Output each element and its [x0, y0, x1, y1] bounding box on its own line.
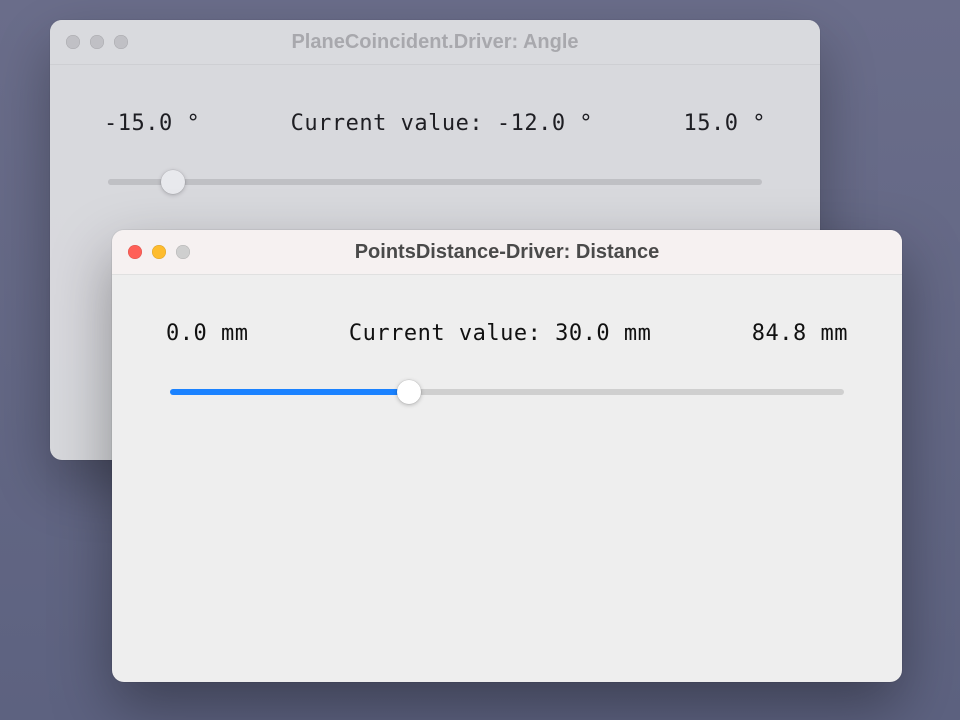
distance-slider[interactable] [170, 380, 844, 404]
slider-labels: 0.0 mm Current value: 30.0 mm 84.8 mm [166, 321, 848, 346]
slider-labels: -15.0 ° Current value: -12.0 ° 15.0 ° [104, 111, 766, 136]
current-value-label: Current value: -12.0 ° [200, 111, 683, 136]
window-title: PlaneCoincident.Driver: Angle [50, 31, 820, 54]
slider-fill [170, 389, 409, 395]
slider-thumb[interactable] [161, 170, 185, 194]
max-value-label: 84.8 mm [752, 321, 848, 346]
max-value-label: 15.0 ° [684, 111, 766, 136]
content: 0.0 mm Current value: 30.0 mm 84.8 mm [112, 275, 902, 404]
slider-track [108, 179, 762, 185]
zoom-icon[interactable] [176, 245, 190, 259]
content: -15.0 ° Current value: -12.0 ° 15.0 ° [50, 65, 820, 194]
min-value-label: 0.0 mm [166, 321, 248, 346]
window-controls [66, 35, 128, 49]
close-icon[interactable] [128, 245, 142, 259]
distance-driver-window: PointsDistance-Driver: Distance 0.0 mm C… [112, 230, 902, 682]
angle-slider[interactable] [108, 170, 762, 194]
titlebar[interactable]: PlaneCoincident.Driver: Angle [50, 20, 820, 65]
close-icon[interactable] [66, 35, 80, 49]
min-value-label: -15.0 ° [104, 111, 200, 136]
slider-thumb[interactable] [397, 380, 421, 404]
minimize-icon[interactable] [152, 245, 166, 259]
titlebar[interactable]: PointsDistance-Driver: Distance [112, 230, 902, 275]
window-controls [128, 245, 190, 259]
window-title: PointsDistance-Driver: Distance [112, 241, 902, 264]
current-value-label: Current value: 30.0 mm [248, 321, 751, 346]
zoom-icon[interactable] [114, 35, 128, 49]
minimize-icon[interactable] [90, 35, 104, 49]
